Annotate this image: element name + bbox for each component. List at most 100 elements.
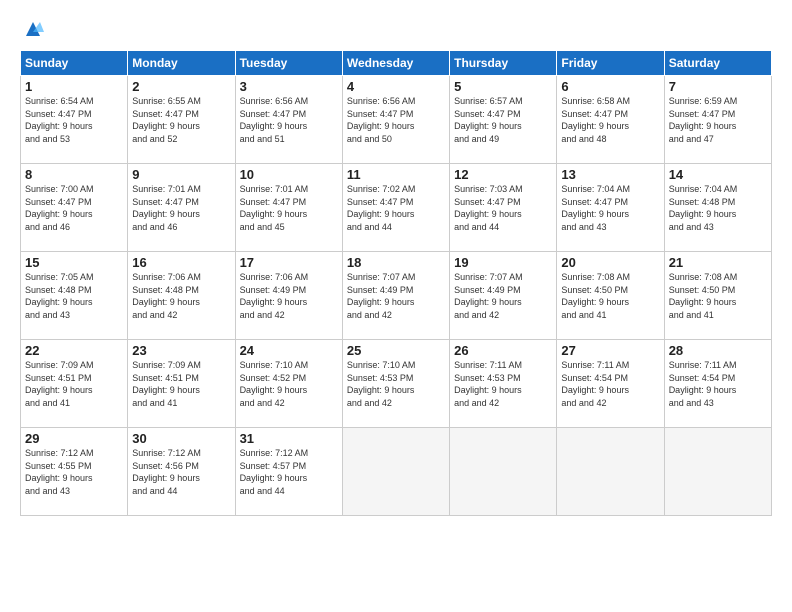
calendar-cell: 6Sunrise: 6:58 AMSunset: 4:47 PMDaylight…: [557, 76, 664, 164]
calendar-cell: 29Sunrise: 7:12 AMSunset: 4:55 PMDayligh…: [21, 428, 128, 516]
calendar-cell: 15Sunrise: 7:05 AMSunset: 4:48 PMDayligh…: [21, 252, 128, 340]
day-info: Sunrise: 6:54 AMSunset: 4:47 PMDaylight:…: [25, 95, 123, 145]
col-header-sunday: Sunday: [21, 51, 128, 76]
day-info: Sunrise: 7:12 AMSunset: 4:56 PMDaylight:…: [132, 447, 230, 497]
day-info: Sunrise: 6:56 AMSunset: 4:47 PMDaylight:…: [347, 95, 445, 145]
col-header-monday: Monday: [128, 51, 235, 76]
day-info: Sunrise: 6:58 AMSunset: 4:47 PMDaylight:…: [561, 95, 659, 145]
day-info: Sunrise: 6:55 AMSunset: 4:47 PMDaylight:…: [132, 95, 230, 145]
day-info: Sunrise: 7:02 AMSunset: 4:47 PMDaylight:…: [347, 183, 445, 233]
day-info: Sunrise: 7:11 AMSunset: 4:54 PMDaylight:…: [669, 359, 767, 409]
calendar-cell: 26Sunrise: 7:11 AMSunset: 4:53 PMDayligh…: [450, 340, 557, 428]
week-row-2: 8Sunrise: 7:00 AMSunset: 4:47 PMDaylight…: [21, 164, 772, 252]
logo-icon: [22, 18, 44, 40]
calendar-cell: 14Sunrise: 7:04 AMSunset: 4:48 PMDayligh…: [664, 164, 771, 252]
day-number: 2: [132, 79, 230, 94]
calendar-cell: 17Sunrise: 7:06 AMSunset: 4:49 PMDayligh…: [235, 252, 342, 340]
calendar-cell: 2Sunrise: 6:55 AMSunset: 4:47 PMDaylight…: [128, 76, 235, 164]
calendar-cell: 19Sunrise: 7:07 AMSunset: 4:49 PMDayligh…: [450, 252, 557, 340]
day-number: 15: [25, 255, 123, 270]
calendar-cell: [450, 428, 557, 516]
day-number: 27: [561, 343, 659, 358]
calendar-cell: 27Sunrise: 7:11 AMSunset: 4:54 PMDayligh…: [557, 340, 664, 428]
calendar-cell: 24Sunrise: 7:10 AMSunset: 4:52 PMDayligh…: [235, 340, 342, 428]
day-number: 8: [25, 167, 123, 182]
day-info: Sunrise: 7:07 AMSunset: 4:49 PMDaylight:…: [347, 271, 445, 321]
day-info: Sunrise: 7:09 AMSunset: 4:51 PMDaylight:…: [132, 359, 230, 409]
day-info: Sunrise: 7:06 AMSunset: 4:48 PMDaylight:…: [132, 271, 230, 321]
col-header-saturday: Saturday: [664, 51, 771, 76]
col-header-wednesday: Wednesday: [342, 51, 449, 76]
day-info: Sunrise: 6:56 AMSunset: 4:47 PMDaylight:…: [240, 95, 338, 145]
col-header-tuesday: Tuesday: [235, 51, 342, 76]
day-info: Sunrise: 7:12 AMSunset: 4:55 PMDaylight:…: [25, 447, 123, 497]
calendar-cell: 20Sunrise: 7:08 AMSunset: 4:50 PMDayligh…: [557, 252, 664, 340]
logo: [20, 18, 44, 40]
calendar-cell: 7Sunrise: 6:59 AMSunset: 4:47 PMDaylight…: [664, 76, 771, 164]
day-number: 1: [25, 79, 123, 94]
week-row-1: 1Sunrise: 6:54 AMSunset: 4:47 PMDaylight…: [21, 76, 772, 164]
day-info: Sunrise: 7:10 AMSunset: 4:53 PMDaylight:…: [347, 359, 445, 409]
calendar-cell: 21Sunrise: 7:08 AMSunset: 4:50 PMDayligh…: [664, 252, 771, 340]
day-number: 7: [669, 79, 767, 94]
day-info: Sunrise: 7:04 AMSunset: 4:47 PMDaylight:…: [561, 183, 659, 233]
day-number: 18: [347, 255, 445, 270]
calendar-cell: [557, 428, 664, 516]
day-number: 30: [132, 431, 230, 446]
day-number: 16: [132, 255, 230, 270]
calendar-cell: 13Sunrise: 7:04 AMSunset: 4:47 PMDayligh…: [557, 164, 664, 252]
day-number: 25: [347, 343, 445, 358]
day-info: Sunrise: 7:12 AMSunset: 4:57 PMDaylight:…: [240, 447, 338, 497]
day-number: 9: [132, 167, 230, 182]
day-info: Sunrise: 6:59 AMSunset: 4:47 PMDaylight:…: [669, 95, 767, 145]
calendar-cell: 10Sunrise: 7:01 AMSunset: 4:47 PMDayligh…: [235, 164, 342, 252]
calendar-cell: 4Sunrise: 6:56 AMSunset: 4:47 PMDaylight…: [342, 76, 449, 164]
calendar-cell: 16Sunrise: 7:06 AMSunset: 4:48 PMDayligh…: [128, 252, 235, 340]
day-number: 24: [240, 343, 338, 358]
calendar-cell: 8Sunrise: 7:00 AMSunset: 4:47 PMDaylight…: [21, 164, 128, 252]
calendar-cell: 22Sunrise: 7:09 AMSunset: 4:51 PMDayligh…: [21, 340, 128, 428]
day-number: 23: [132, 343, 230, 358]
calendar-cell: 31Sunrise: 7:12 AMSunset: 4:57 PMDayligh…: [235, 428, 342, 516]
week-row-5: 29Sunrise: 7:12 AMSunset: 4:55 PMDayligh…: [21, 428, 772, 516]
day-number: 5: [454, 79, 552, 94]
day-number: 3: [240, 79, 338, 94]
day-number: 19: [454, 255, 552, 270]
col-header-thursday: Thursday: [450, 51, 557, 76]
day-info: Sunrise: 7:11 AMSunset: 4:54 PMDaylight:…: [561, 359, 659, 409]
day-number: 22: [25, 343, 123, 358]
week-row-3: 15Sunrise: 7:05 AMSunset: 4:48 PMDayligh…: [21, 252, 772, 340]
col-header-friday: Friday: [557, 51, 664, 76]
day-number: 13: [561, 167, 659, 182]
day-info: Sunrise: 7:10 AMSunset: 4:52 PMDaylight:…: [240, 359, 338, 409]
day-number: 10: [240, 167, 338, 182]
day-info: Sunrise: 7:05 AMSunset: 4:48 PMDaylight:…: [25, 271, 123, 321]
day-number: 21: [669, 255, 767, 270]
calendar-cell: 23Sunrise: 7:09 AMSunset: 4:51 PMDayligh…: [128, 340, 235, 428]
calendar-cell: 9Sunrise: 7:01 AMSunset: 4:47 PMDaylight…: [128, 164, 235, 252]
calendar-cell: [342, 428, 449, 516]
day-info: Sunrise: 7:08 AMSunset: 4:50 PMDaylight:…: [669, 271, 767, 321]
day-number: 26: [454, 343, 552, 358]
day-number: 12: [454, 167, 552, 182]
calendar-cell: 28Sunrise: 7:11 AMSunset: 4:54 PMDayligh…: [664, 340, 771, 428]
day-info: Sunrise: 7:07 AMSunset: 4:49 PMDaylight:…: [454, 271, 552, 321]
day-info: Sunrise: 7:00 AMSunset: 4:47 PMDaylight:…: [25, 183, 123, 233]
day-info: Sunrise: 7:03 AMSunset: 4:47 PMDaylight:…: [454, 183, 552, 233]
day-number: 11: [347, 167, 445, 182]
day-info: Sunrise: 7:11 AMSunset: 4:53 PMDaylight:…: [454, 359, 552, 409]
calendar-cell: [664, 428, 771, 516]
calendar-cell: 18Sunrise: 7:07 AMSunset: 4:49 PMDayligh…: [342, 252, 449, 340]
calendar-cell: 1Sunrise: 6:54 AMSunset: 4:47 PMDaylight…: [21, 76, 128, 164]
day-number: 4: [347, 79, 445, 94]
day-info: Sunrise: 7:09 AMSunset: 4:51 PMDaylight:…: [25, 359, 123, 409]
day-number: 31: [240, 431, 338, 446]
calendar-cell: 30Sunrise: 7:12 AMSunset: 4:56 PMDayligh…: [128, 428, 235, 516]
day-info: Sunrise: 6:57 AMSunset: 4:47 PMDaylight:…: [454, 95, 552, 145]
day-info: Sunrise: 7:06 AMSunset: 4:49 PMDaylight:…: [240, 271, 338, 321]
day-info: Sunrise: 7:01 AMSunset: 4:47 PMDaylight:…: [240, 183, 338, 233]
day-info: Sunrise: 7:08 AMSunset: 4:50 PMDaylight:…: [561, 271, 659, 321]
calendar-cell: 5Sunrise: 6:57 AMSunset: 4:47 PMDaylight…: [450, 76, 557, 164]
day-number: 20: [561, 255, 659, 270]
calendar-cell: 25Sunrise: 7:10 AMSunset: 4:53 PMDayligh…: [342, 340, 449, 428]
